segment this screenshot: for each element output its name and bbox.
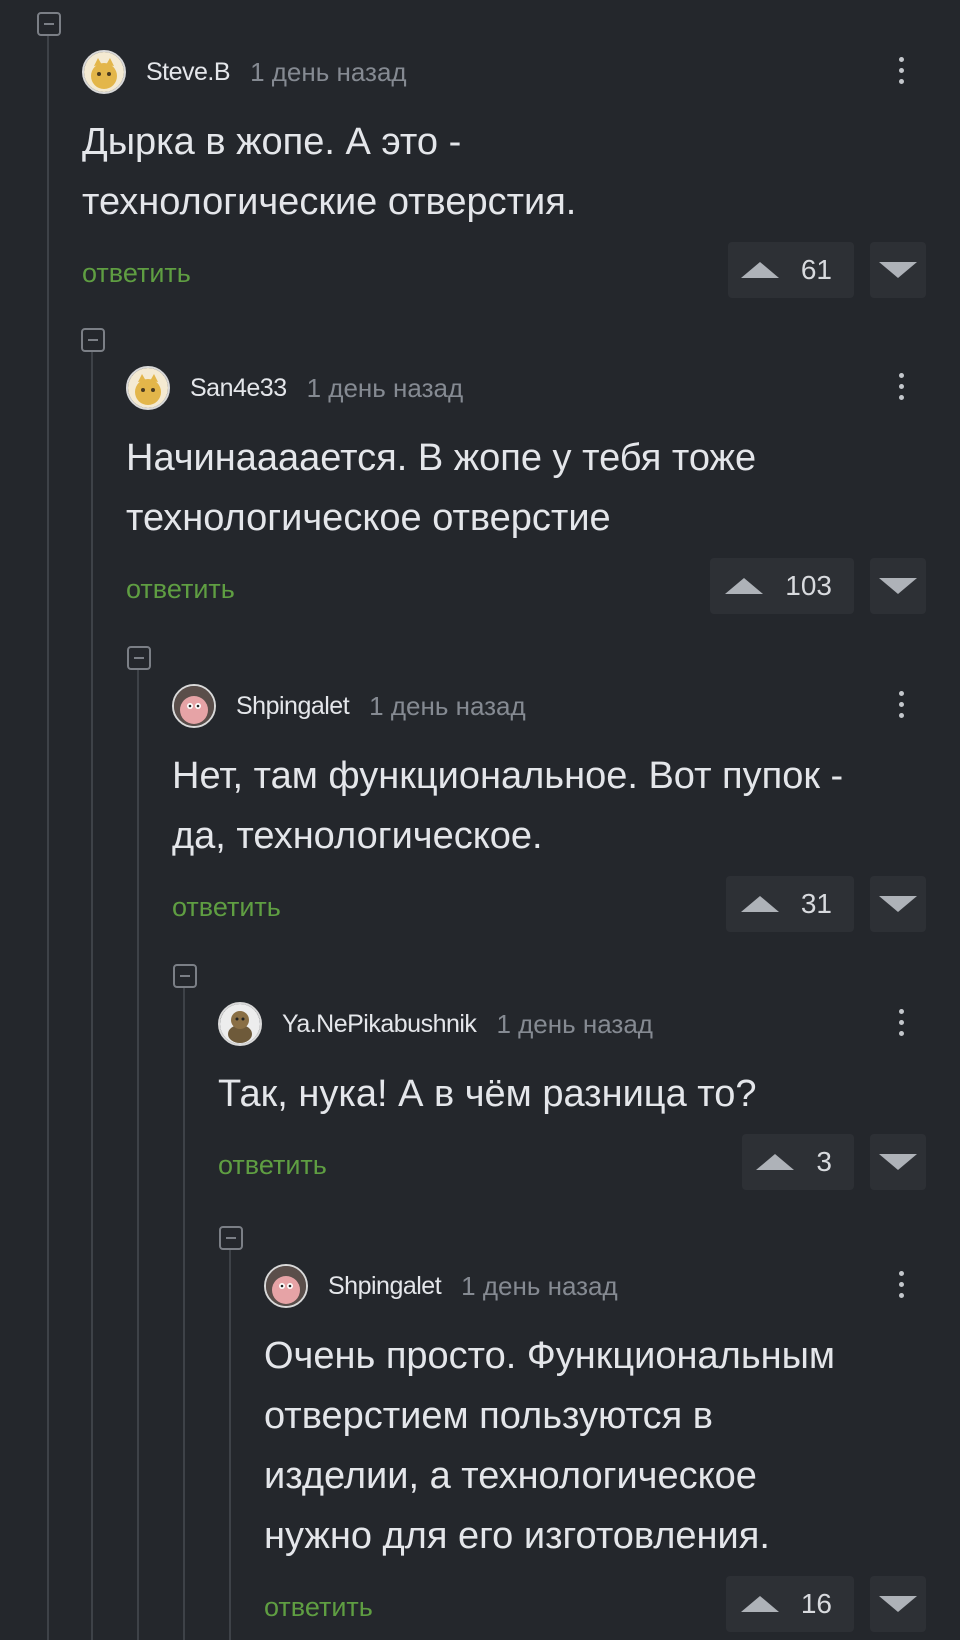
- rating-count: 61: [800, 254, 832, 285]
- comment-line: Очень просто. Функциональным: [264, 1335, 836, 1377]
- comment-line: Так, нука! А в чём разница то?: [218, 1073, 757, 1115]
- downvote-button[interactable]: [870, 1576, 926, 1632]
- comment: San4e33 1 день назад Начинаааается. В жо…: [126, 364, 960, 624]
- upvote-icon: [740, 896, 779, 912]
- downvote-icon: [879, 896, 917, 912]
- comment-line: технологические отверстия.: [82, 181, 577, 223]
- comment-header: Shpingalet 1 день назад: [264, 1262, 618, 1310]
- comment-header: Ya.NePikabushnik 1 день назад: [218, 1000, 653, 1048]
- more-icon[interactable]: [896, 686, 906, 726]
- downvote-button[interactable]: [870, 1134, 926, 1190]
- comment-text: Нет, там функциональное. Вот пупок - да,…: [172, 746, 843, 866]
- timestamp: 1 день назад: [496, 1008, 653, 1039]
- comment-line: нужно для его изготовления.: [264, 1515, 770, 1557]
- timestamp: 1 день назад: [369, 690, 526, 721]
- comment: Ya.NePikabushnik 1 день назад Так, нука!…: [218, 1000, 960, 1200]
- downvote-button[interactable]: [870, 558, 926, 614]
- more-icon[interactable]: [896, 1004, 906, 1044]
- thread-line: [91, 352, 93, 1640]
- downvote-button[interactable]: [870, 242, 926, 298]
- collapse-icon[interactable]: [81, 328, 105, 352]
- upvote-button[interactable]: 61: [728, 242, 854, 298]
- username[interactable]: Ya.NePikabushnik: [282, 1010, 477, 1039]
- upvote-icon: [725, 578, 764, 594]
- timestamp: 1 день назад: [250, 56, 407, 87]
- timestamp: 1 день назад: [461, 1270, 618, 1301]
- username[interactable]: Steve.B: [146, 58, 231, 87]
- rating-count: 31: [800, 888, 832, 919]
- comment-text: Очень просто. Функциональным отверстием …: [264, 1326, 835, 1566]
- comment-text: Так, нука! А в чём разница то?: [218, 1064, 757, 1124]
- comment: Shpingalet 1 день назад Нет, там функцио…: [172, 682, 960, 942]
- upvote-button[interactable]: 3: [742, 1134, 854, 1190]
- collapse-icon[interactable]: [37, 12, 61, 36]
- comment-header: Shpingalet 1 день назад: [172, 682, 526, 730]
- downvote-icon: [879, 578, 917, 594]
- downvote-button[interactable]: [870, 876, 926, 932]
- downvote-icon: [879, 262, 917, 278]
- thread-line: [229, 1250, 231, 1640]
- upvote-icon: [740, 1596, 779, 1612]
- rating-count: 16: [800, 1588, 832, 1619]
- username[interactable]: Shpingalet: [328, 1272, 442, 1301]
- username[interactable]: Shpingalet: [236, 692, 350, 721]
- reply-link[interactable]: ответить: [172, 892, 281, 923]
- comment-line: Дырка в жопе. А это -: [82, 121, 462, 163]
- collapse-icon[interactable]: [173, 964, 197, 988]
- upvote-button[interactable]: 31: [726, 876, 854, 932]
- upvote-icon: [756, 1154, 795, 1170]
- reply-link[interactable]: ответить: [264, 1592, 373, 1623]
- comment-line: Нет, там функциональное. Вот пупок -: [172, 755, 844, 797]
- comment-line: отверстием пользуются в: [264, 1395, 713, 1437]
- thread-line: [183, 988, 185, 1640]
- more-icon[interactable]: [896, 52, 906, 92]
- comment: Shpingalet 1 день назад Очень просто. Фу…: [264, 1262, 960, 1640]
- avatar[interactable]: [172, 684, 216, 728]
- more-icon[interactable]: [896, 1266, 906, 1306]
- username[interactable]: San4e33: [190, 374, 287, 403]
- collapse-icon[interactable]: [127, 646, 151, 670]
- reply-link[interactable]: ответить: [126, 574, 235, 605]
- comment-line: изделии, а технологическое: [264, 1455, 757, 1497]
- downvote-icon: [879, 1596, 917, 1612]
- comment-header: Steve.B 1 день назад: [82, 48, 407, 96]
- thread-line: [137, 670, 139, 1640]
- avatar[interactable]: [126, 366, 170, 410]
- comment-line: Начинаааается. В жопе у тебя тоже: [126, 437, 757, 479]
- upvote-icon: [740, 262, 779, 278]
- rating-count: 103: [785, 570, 832, 601]
- comment-text: Дырка в жопе. А это - технологические от…: [82, 112, 576, 232]
- collapse-icon[interactable]: [219, 1226, 243, 1250]
- thread-line: [47, 36, 49, 1640]
- avatar[interactable]: [264, 1264, 308, 1308]
- reply-link[interactable]: ответить: [82, 258, 191, 289]
- comment: Steve.B 1 день назад Дырка в жопе. А это…: [82, 48, 960, 308]
- comment-line: да, технологическое.: [172, 815, 543, 857]
- reply-link[interactable]: ответить: [218, 1150, 327, 1181]
- upvote-button[interactable]: 16: [726, 1576, 854, 1632]
- avatar[interactable]: [218, 1002, 262, 1046]
- upvote-button[interactable]: 103: [710, 558, 854, 614]
- comment-text: Начинаааается. В жопе у тебя тоже технол…: [126, 428, 756, 548]
- rating-count: 3: [816, 1146, 832, 1177]
- more-icon[interactable]: [896, 368, 906, 408]
- downvote-icon: [879, 1154, 917, 1170]
- timestamp: 1 день назад: [306, 372, 464, 403]
- comment-line: технологическое отверстие: [126, 497, 611, 539]
- avatar[interactable]: [82, 50, 126, 94]
- comment-header: San4e33 1 день назад: [126, 364, 463, 412]
